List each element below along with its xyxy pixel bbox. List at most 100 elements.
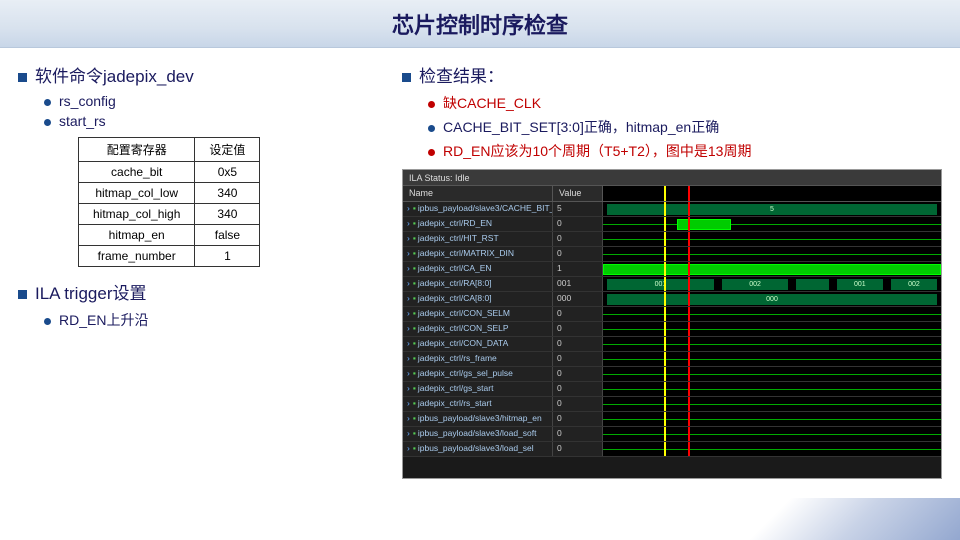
signal-name[interactable]: ›▪jadepix_ctrl/CA_EN (403, 262, 553, 276)
signal-trace[interactable] (603, 427, 941, 441)
result-text: 缺CACHE_CLK (443, 93, 541, 113)
signal-trace[interactable]: 001002001002 (603, 277, 941, 291)
register-name: frame_number (79, 246, 195, 267)
signal-icon: ▪ (413, 398, 416, 408)
signal-trace[interactable] (603, 232, 941, 246)
signal-row[interactable]: ›▪jadepix_ctrl/CA[8:0]000000 (403, 292, 941, 307)
signal-name[interactable]: ›▪ipbus_payload/slave3/CACHE_BIT_SET[3:0… (403, 202, 553, 216)
subitem-label: rs_config (59, 93, 116, 109)
signal-value: 000 (553, 292, 603, 306)
table-row: hitmap_enfalse (79, 225, 260, 246)
column-header-value: Value (553, 186, 603, 201)
signal-name[interactable]: ›▪jadepix_ctrl/RD_EN (403, 217, 553, 231)
signal-trace[interactable] (603, 247, 941, 261)
signal-value: 0 (553, 427, 603, 441)
signal-value: 0 (553, 352, 603, 366)
signal-name[interactable]: ›▪jadepix_ctrl/CA[8:0] (403, 292, 553, 306)
dot-bullet-icon (44, 119, 51, 126)
signal-trace[interactable] (603, 307, 941, 321)
signal-row[interactable]: ›▪jadepix_ctrl/rs_start0 (403, 397, 941, 412)
signal-icon: ▪ (413, 353, 416, 363)
table-row: hitmap_col_high340 (79, 204, 260, 225)
signal-row[interactable]: ›▪jadepix_ctrl/gs_start0 (403, 382, 941, 397)
signal-row[interactable]: ›▪ipbus_payload/slave3/CACHE_BIT_SET[3:0… (403, 202, 941, 217)
signal-row[interactable]: ›▪jadepix_ctrl/CON_SELM0 (403, 307, 941, 322)
signal-trace[interactable] (603, 397, 941, 411)
subitem-rd-en-edge: RD_EN上升沿 (44, 310, 382, 330)
signal-trace[interactable]: 000 (603, 292, 941, 306)
signal-icon: ▪ (413, 278, 416, 288)
signal-name[interactable]: ›▪jadepix_ctrl/rs_frame (403, 352, 553, 366)
chevron-icon: › (407, 248, 410, 258)
register-name: cache_bit (79, 162, 195, 183)
register-value: 1 (195, 246, 260, 267)
signal-row[interactable]: ›▪jadepix_ctrl/RA[8:0]001001002001002 (403, 277, 941, 292)
signal-value: 0 (553, 382, 603, 396)
signal-trace[interactable] (603, 262, 941, 276)
waveform-viewer[interactable]: ILA Status: Idle Name Value ›▪ipbus_payl… (402, 169, 942, 479)
signal-value: 0 (553, 217, 603, 231)
signal-row[interactable]: ›▪jadepix_ctrl/CA_EN1 (403, 262, 941, 277)
signal-icon: ▪ (413, 218, 416, 228)
signal-icon: ▪ (413, 443, 416, 453)
result-item: RD_EN应该为10个周期（T5+T2），图中是13周期 (428, 141, 942, 161)
timeline-ruler[interactable] (603, 186, 941, 201)
signal-icon: ▪ (413, 383, 416, 393)
signal-trace[interactable] (603, 412, 941, 426)
marker-yellow[interactable] (664, 186, 666, 201)
signal-row[interactable]: ›▪ipbus_payload/slave3/load_sel0 (403, 442, 941, 457)
register-value: 0x5 (195, 162, 260, 183)
waveform-header: Name Value (403, 186, 941, 202)
ila-status-text: ILA Status: Idle (409, 173, 470, 183)
config-register-table: 配置寄存器 设定值 cache_bit0x5hitmap_col_low340h… (78, 137, 260, 267)
signal-trace[interactable] (603, 442, 941, 456)
signal-name[interactable]: ›▪ipbus_payload/slave3/hitmap_en (403, 412, 553, 426)
marker-red[interactable] (688, 186, 690, 201)
chevron-icon: › (407, 338, 410, 348)
chevron-icon: › (407, 428, 410, 438)
signal-row[interactable]: ›▪ipbus_payload/slave3/hitmap_en0 (403, 412, 941, 427)
signal-name[interactable]: ›▪ipbus_payload/slave3/load_soft (403, 427, 553, 441)
signal-name[interactable]: ›▪jadepix_ctrl/gs_sel_pulse (403, 367, 553, 381)
signal-icon: ▪ (413, 248, 416, 258)
header-register: 配置寄存器 (79, 138, 195, 162)
register-value: false (195, 225, 260, 246)
dot-bullet-icon (428, 125, 435, 132)
signal-row[interactable]: ›▪jadepix_ctrl/gs_sel_pulse0 (403, 367, 941, 382)
signal-name[interactable]: ›▪jadepix_ctrl/CON_DATA (403, 337, 553, 351)
signal-trace[interactable] (603, 382, 941, 396)
heading-check-results: 检查结果： (402, 62, 942, 87)
signal-row[interactable]: ›▪jadepix_ctrl/MATRIX_DIN0 (403, 247, 941, 262)
signal-name[interactable]: ›▪jadepix_ctrl/MATRIX_DIN (403, 247, 553, 261)
signal-trace[interactable]: 5 (603, 202, 941, 216)
signal-trace[interactable] (603, 217, 941, 231)
signal-name[interactable]: ›▪jadepix_ctrl/HIT_RST (403, 232, 553, 246)
chevron-icon: › (407, 308, 410, 318)
signal-row[interactable]: ›▪jadepix_ctrl/CON_SELP0 (403, 322, 941, 337)
signal-row[interactable]: ›▪jadepix_ctrl/HIT_RST0 (403, 232, 941, 247)
signal-icon: ▪ (413, 413, 416, 423)
signal-name[interactable]: ›▪jadepix_ctrl/RA[8:0] (403, 277, 553, 291)
signal-row[interactable]: ›▪jadepix_ctrl/CON_DATA0 (403, 337, 941, 352)
signal-trace[interactable] (603, 352, 941, 366)
header-value: 设定值 (195, 138, 260, 162)
signal-trace[interactable] (603, 367, 941, 381)
signal-name[interactable]: ›▪jadepix_ctrl/gs_start (403, 382, 553, 396)
heading-text: 软件命令jadepix_dev (35, 62, 194, 87)
signal-value: 0 (553, 247, 603, 261)
signal-trace[interactable] (603, 337, 941, 351)
waveform-status-bar: ILA Status: Idle (403, 170, 941, 186)
dot-bullet-icon (44, 99, 51, 106)
heading-ila-trigger: ILA trigger设置 (18, 279, 382, 304)
signal-row[interactable]: ›▪ipbus_payload/slave3/load_soft0 (403, 427, 941, 442)
signal-trace[interactable] (603, 322, 941, 336)
signal-name[interactable]: ›▪jadepix_ctrl/rs_start (403, 397, 553, 411)
register-value: 340 (195, 183, 260, 204)
signal-row[interactable]: ›▪jadepix_ctrl/RD_EN0 (403, 217, 941, 232)
signal-name[interactable]: ›▪jadepix_ctrl/CON_SELM (403, 307, 553, 321)
signal-row[interactable]: ›▪jadepix_ctrl/rs_frame0 (403, 352, 941, 367)
signal-name[interactable]: ›▪jadepix_ctrl/CON_SELP (403, 322, 553, 336)
chevron-icon: › (407, 278, 410, 288)
signal-name[interactable]: ›▪ipbus_payload/slave3/load_sel (403, 442, 553, 456)
signal-icon: ▪ (413, 203, 416, 213)
